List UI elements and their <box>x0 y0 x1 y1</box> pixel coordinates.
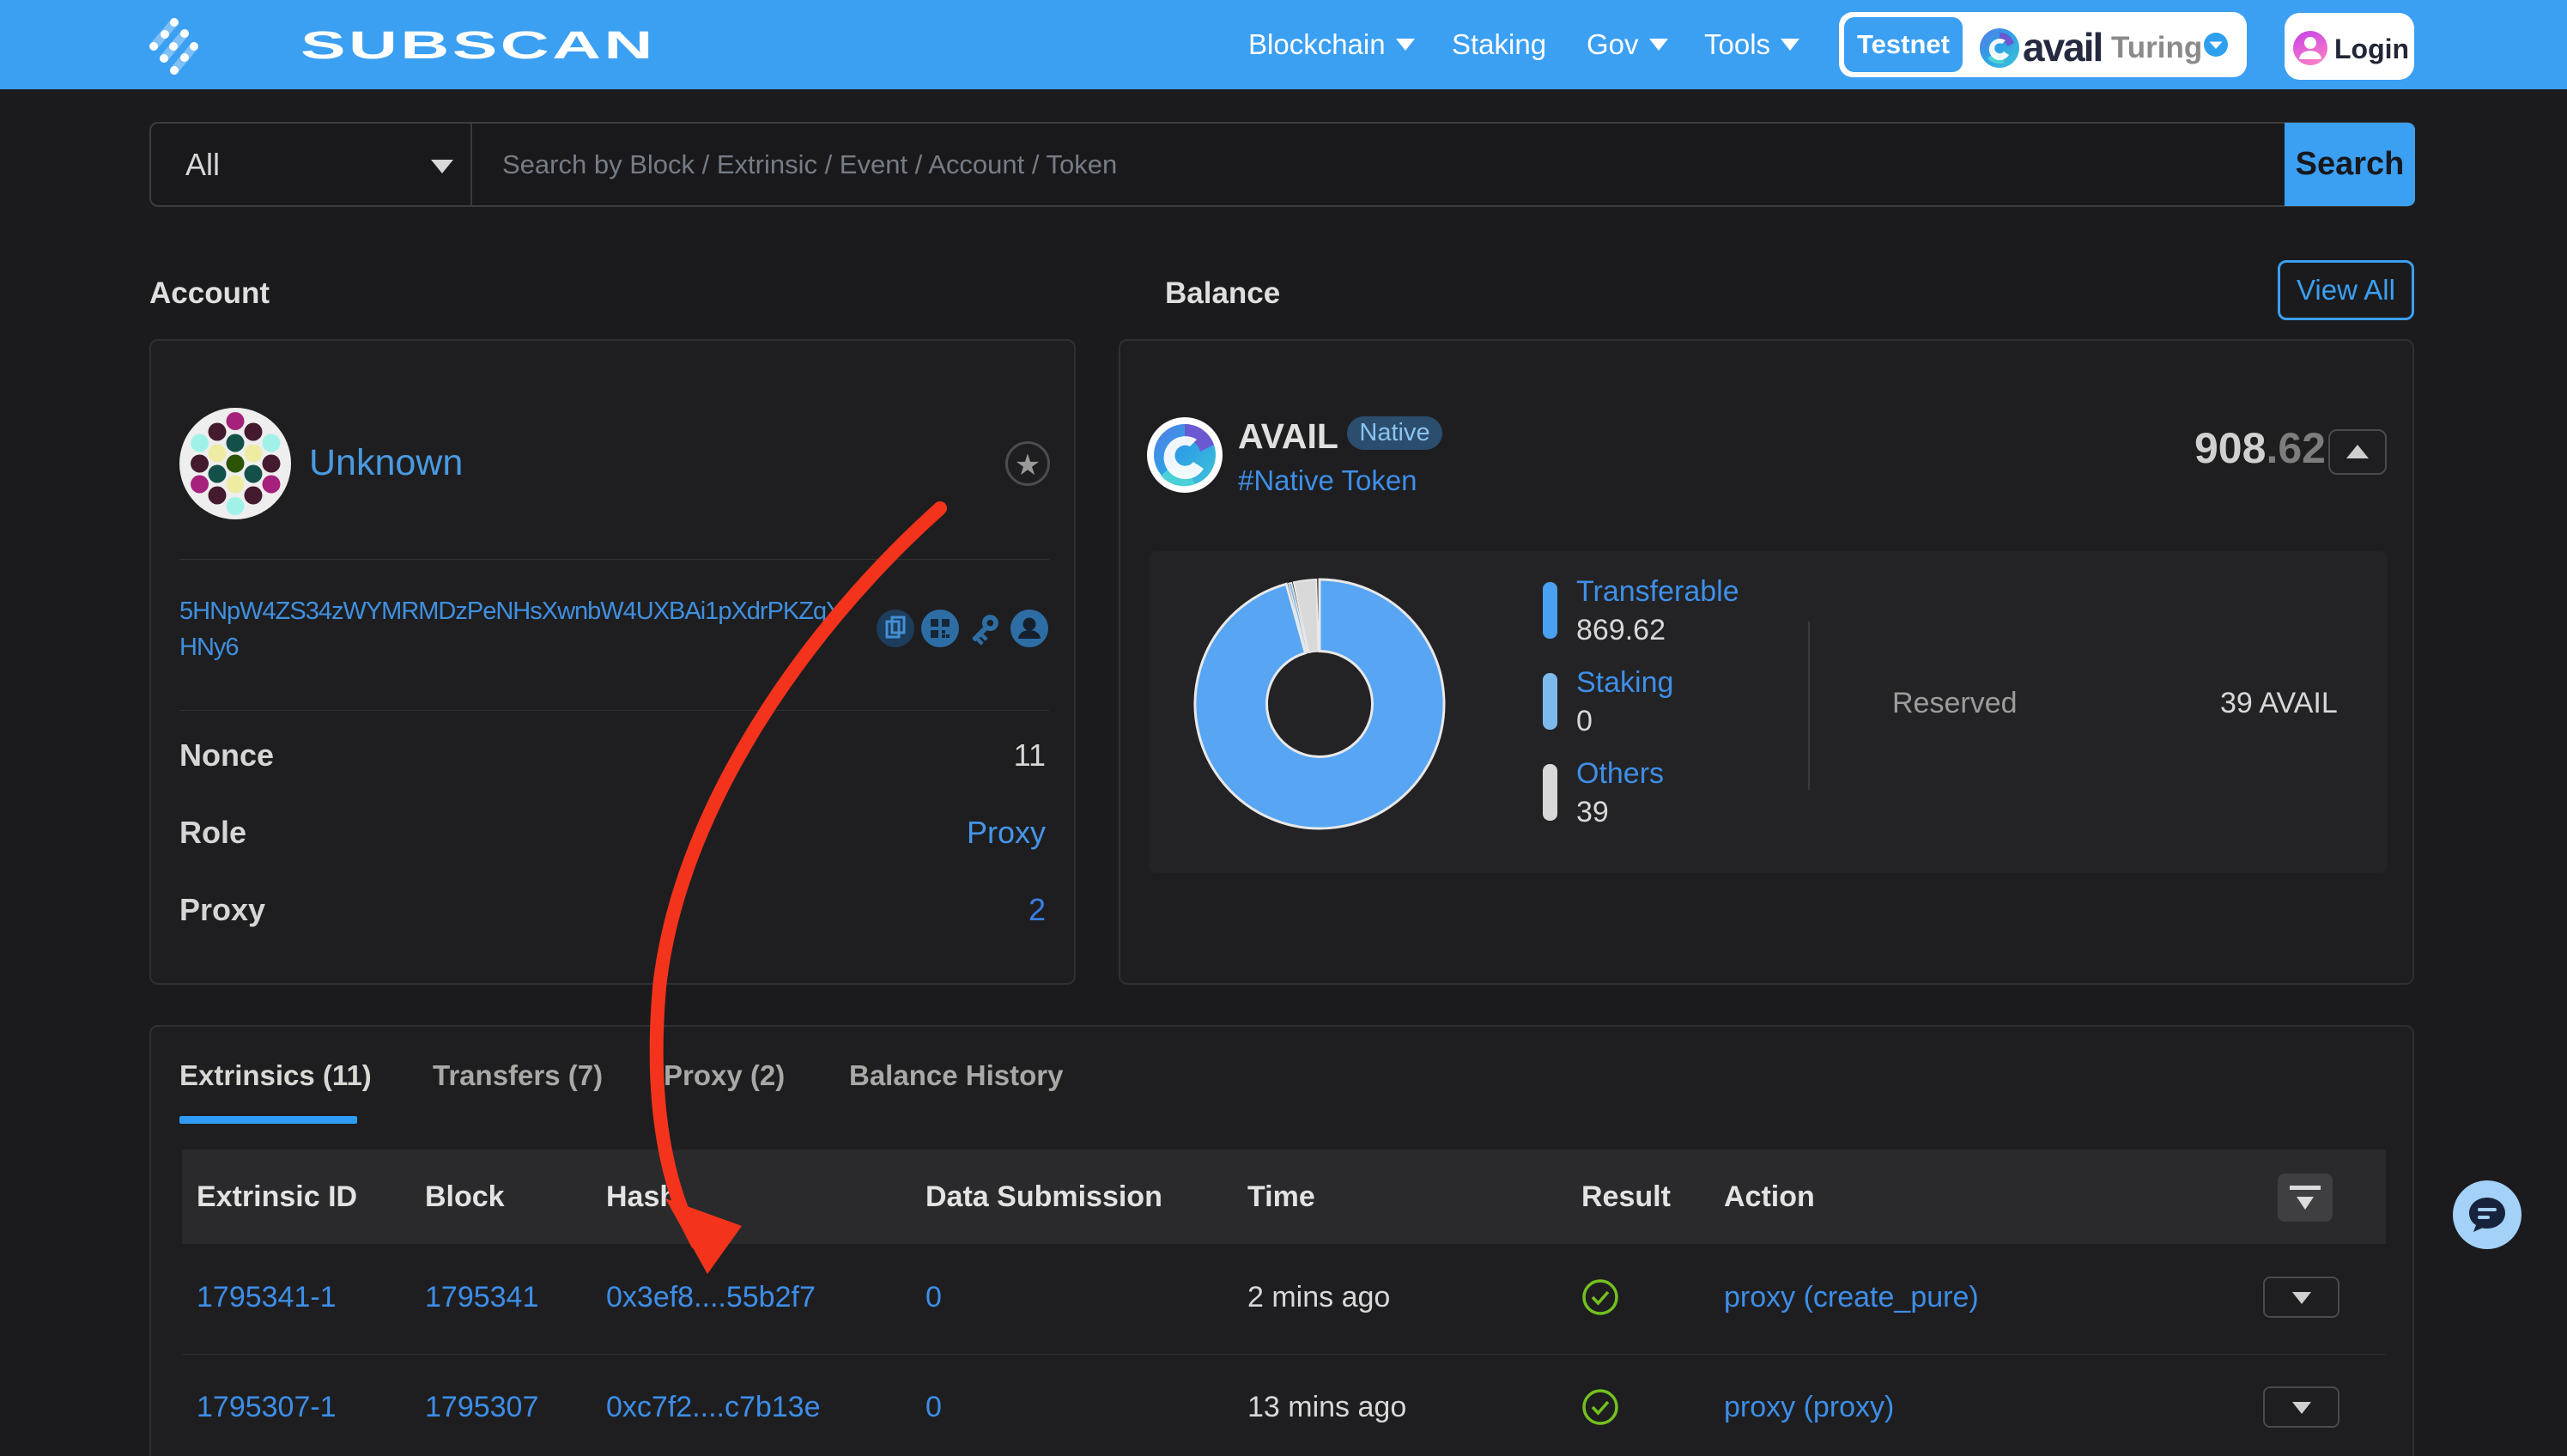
svg-text:SUBSCAN: SUBSCAN <box>300 23 656 67</box>
